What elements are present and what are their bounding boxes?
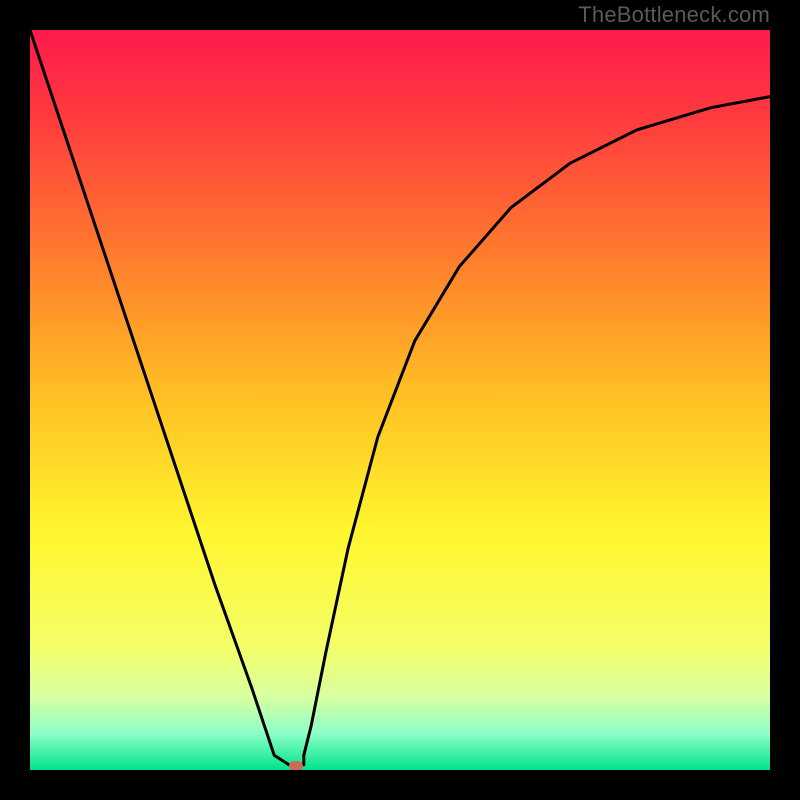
optimal-marker — [289, 761, 303, 770]
chart-frame: TheBottleneck.com — [0, 0, 800, 800]
curve-layer — [30, 30, 770, 770]
plot-area — [30, 30, 770, 770]
bottleneck-curve — [30, 30, 770, 765]
watermark-text: TheBottleneck.com — [578, 2, 770, 28]
